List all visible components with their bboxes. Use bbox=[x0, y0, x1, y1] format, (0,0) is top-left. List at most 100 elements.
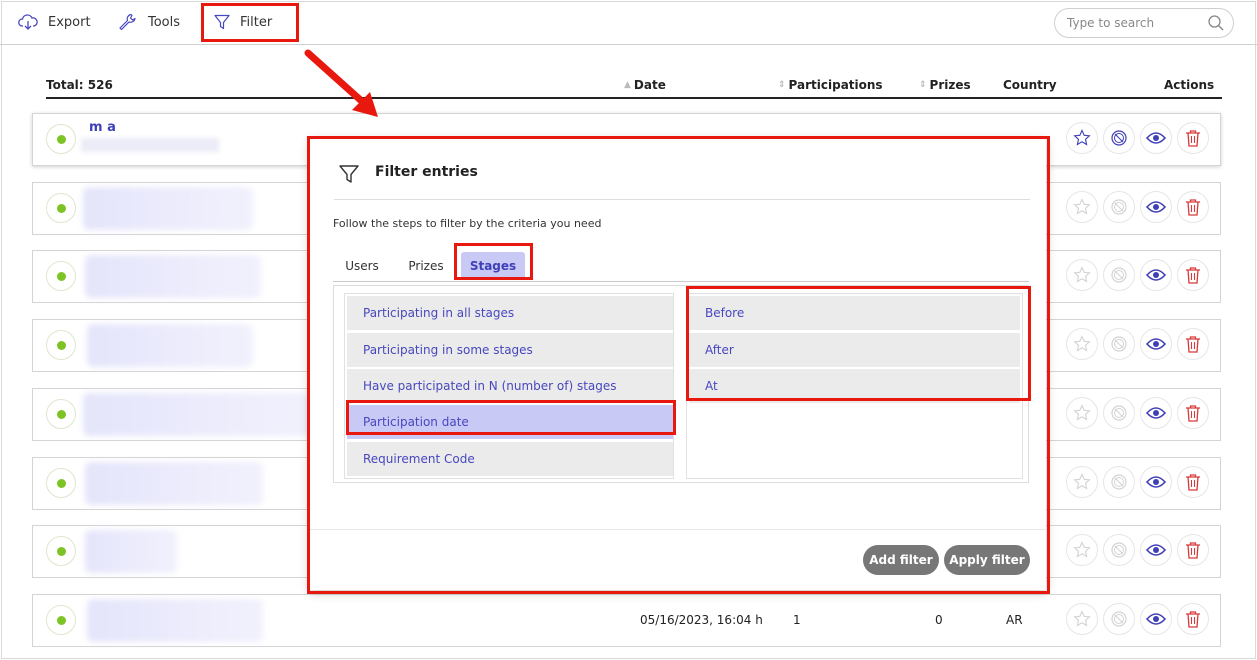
annotation-arrow bbox=[304, 49, 378, 117]
row-prizes: 0 bbox=[935, 613, 943, 627]
column-date-label: Date bbox=[633, 78, 666, 92]
filter-modal: Filter entries Follow the steps to filte… bbox=[310, 139, 1046, 590]
view-button[interactable] bbox=[1140, 328, 1172, 360]
delete-button[interactable] bbox=[1177, 466, 1209, 498]
block-icon bbox=[1111, 474, 1127, 490]
status-indicator bbox=[46, 468, 76, 498]
view-button[interactable] bbox=[1140, 122, 1172, 154]
favorite-button[interactable] bbox=[1066, 122, 1098, 154]
condition-list: Before After At bbox=[686, 293, 1023, 479]
trash-icon bbox=[1186, 474, 1200, 491]
status-indicator bbox=[46, 536, 76, 566]
search-input[interactable] bbox=[1065, 15, 1204, 31]
column-participations-label: Participations bbox=[788, 78, 883, 92]
option-requirement-code[interactable]: Requirement Code bbox=[347, 442, 673, 476]
table-row[interactable]: 05/16/2023, 16:04 h 1 0 AR bbox=[32, 594, 1221, 647]
option-before[interactable]: Before bbox=[689, 296, 1020, 330]
column-date[interactable]: ▲ Date bbox=[624, 78, 666, 92]
view-button[interactable] bbox=[1140, 191, 1172, 223]
view-button[interactable] bbox=[1140, 397, 1172, 429]
trash-icon bbox=[1186, 336, 1200, 353]
disqualify-button[interactable] bbox=[1103, 191, 1135, 223]
view-button[interactable] bbox=[1140, 466, 1172, 498]
tab-stages[interactable]: Stages bbox=[461, 252, 525, 280]
option-all-stages[interactable]: Participating in all stages bbox=[347, 296, 673, 330]
favorite-button[interactable] bbox=[1066, 534, 1098, 566]
favorite-button[interactable] bbox=[1066, 259, 1098, 291]
star-icon bbox=[1073, 129, 1091, 146]
option-after[interactable]: After bbox=[689, 333, 1020, 367]
option-n-stages[interactable]: Have participated in N (number of) stage… bbox=[347, 369, 673, 403]
star-icon bbox=[1073, 404, 1091, 421]
row-country: AR bbox=[1006, 613, 1023, 627]
view-button[interactable] bbox=[1140, 534, 1172, 566]
trash-icon bbox=[1186, 199, 1200, 216]
filter-button[interactable]: Filter bbox=[214, 7, 272, 37]
favorite-button[interactable] bbox=[1066, 466, 1098, 498]
tools-button[interactable]: Tools bbox=[118, 7, 180, 37]
block-icon bbox=[1111, 130, 1127, 146]
modal-footer-divider bbox=[310, 529, 1046, 530]
eye-icon bbox=[1146, 613, 1166, 625]
blurred-user-info bbox=[85, 462, 263, 505]
favorite-button[interactable] bbox=[1066, 603, 1098, 635]
status-indicator bbox=[46, 193, 76, 223]
star-icon bbox=[1073, 198, 1091, 215]
option-participation-date[interactable]: Participation date bbox=[347, 405, 673, 439]
modal-title: Filter entries bbox=[375, 164, 478, 180]
user-name: m a bbox=[89, 120, 116, 135]
column-participations[interactable]: ⇕ Participations bbox=[778, 78, 883, 92]
filter-tabs: Users Prizes Stages bbox=[333, 245, 1029, 282]
favorite-button[interactable] bbox=[1066, 191, 1098, 223]
delete-button[interactable] bbox=[1177, 534, 1209, 566]
delete-button[interactable] bbox=[1177, 603, 1209, 635]
disqualify-button[interactable] bbox=[1103, 328, 1135, 360]
add-filter-button[interactable]: Add filter bbox=[863, 545, 939, 575]
modal-header: Filter entries bbox=[334, 161, 1030, 200]
disqualify-button[interactable] bbox=[1103, 466, 1135, 498]
favorite-button[interactable] bbox=[1066, 397, 1098, 429]
delete-button[interactable] bbox=[1177, 122, 1209, 154]
search-box[interactable] bbox=[1054, 8, 1234, 38]
trash-icon bbox=[1186, 267, 1200, 284]
table-header: Total: 526 ▲ Date ⇕ Participations ⇕ Prizes… bbox=[46, 70, 1222, 99]
eye-icon bbox=[1146, 544, 1166, 556]
blurred-user-info bbox=[85, 530, 177, 573]
search-icon[interactable] bbox=[1207, 14, 1225, 32]
row-date: 05/16/2023, 16:04 h bbox=[640, 613, 763, 627]
view-button[interactable] bbox=[1140, 603, 1172, 635]
star-icon bbox=[1073, 541, 1091, 558]
blurred-user-info bbox=[87, 599, 263, 642]
delete-button[interactable] bbox=[1177, 259, 1209, 291]
option-some-stages[interactable]: Participating in some stages bbox=[347, 333, 673, 367]
delete-button[interactable] bbox=[1177, 328, 1209, 360]
block-icon bbox=[1111, 405, 1127, 421]
view-button[interactable] bbox=[1140, 259, 1172, 291]
eye-icon bbox=[1146, 338, 1166, 350]
sort-icon: ▲ bbox=[624, 80, 631, 90]
tab-users[interactable]: Users bbox=[339, 252, 385, 280]
apply-filter-button[interactable]: Apply filter bbox=[944, 545, 1030, 575]
favorite-button[interactable] bbox=[1066, 328, 1098, 360]
disqualify-button[interactable] bbox=[1103, 534, 1135, 566]
blurred-email bbox=[81, 138, 219, 152]
delete-button[interactable] bbox=[1177, 397, 1209, 429]
column-prizes[interactable]: ⇕ Prizes bbox=[919, 78, 971, 92]
delete-button[interactable] bbox=[1177, 191, 1209, 223]
block-icon bbox=[1111, 336, 1127, 352]
status-indicator bbox=[46, 330, 76, 360]
disqualify-button[interactable] bbox=[1103, 603, 1135, 635]
status-indicator bbox=[46, 261, 76, 291]
disqualify-button[interactable] bbox=[1103, 122, 1135, 154]
disqualify-button[interactable] bbox=[1103, 397, 1135, 429]
tab-prizes[interactable]: Prizes bbox=[401, 252, 451, 280]
block-icon bbox=[1111, 542, 1127, 558]
eye-icon bbox=[1146, 201, 1166, 213]
star-icon bbox=[1073, 266, 1091, 283]
disqualify-button[interactable] bbox=[1103, 259, 1135, 291]
criteria-list: Participating in all stages Participatin… bbox=[344, 293, 674, 479]
option-at[interactable]: At bbox=[689, 369, 1020, 403]
export-button[interactable]: Export bbox=[18, 7, 91, 37]
star-icon bbox=[1073, 335, 1091, 352]
star-icon bbox=[1073, 473, 1091, 490]
